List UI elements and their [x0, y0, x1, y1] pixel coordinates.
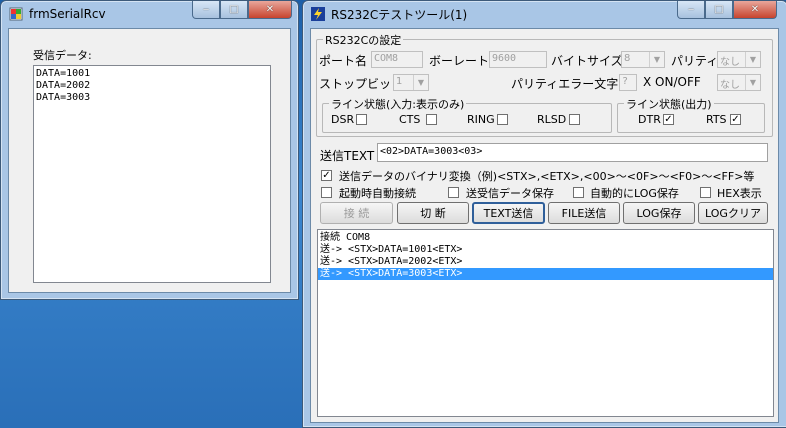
stop-bit-select[interactable]: 1 ▼	[393, 74, 429, 91]
rs232c-settings-group: RS232Cの設定 ポート名 COM8 ボーレート 9600 バイトサイズ 8 …	[316, 32, 773, 137]
title-bar[interactable]: RS232Cテストツール(1) ‒ □ ✕	[303, 1, 786, 27]
list-item[interactable]: DATA=3003	[34, 92, 270, 104]
xonoff-select[interactable]: なし ▼	[717, 74, 761, 91]
log-row[interactable]: 送-> <STX>DATA=1001<ETX>	[318, 244, 773, 256]
parity-label: パリティ	[671, 54, 719, 68]
list-item[interactable]: DATA=2002	[34, 80, 270, 92]
baud-rate-field[interactable]: 9600	[489, 51, 547, 68]
line-state-output-group: ライン状態(出力) DTR ✓ RTS ✓	[617, 96, 765, 133]
maximize-button[interactable]: □	[220, 1, 248, 19]
minimize-button[interactable]: ‒	[677, 1, 705, 19]
window-title: RS232Cテストツール(1)	[331, 7, 468, 22]
maximize-icon: □	[229, 4, 239, 15]
line-state-output-legend: ライン状態(出力)	[624, 96, 714, 112]
byte-size-label: バイトサイズ	[551, 54, 623, 68]
auto-connect-label: 起動時自動接続	[339, 187, 416, 200]
rlsd-label: RLSD	[537, 113, 567, 126]
parity-value: なし	[720, 57, 740, 68]
close-icon: ✕	[265, 4, 275, 15]
chevron-down-icon: ▼	[745, 75, 760, 90]
rts-label: RTS	[706, 113, 727, 126]
stop-bit-label: ストップビット	[319, 77, 404, 91]
log-row[interactable]: 接続 COM8	[318, 232, 773, 244]
send-text-label: 送信TEXT	[320, 149, 375, 163]
serial-receive-window: frmSerialRcv ‒ □ ✕ 受信データ: DATA=1001 DATA=…	[0, 0, 299, 300]
auto-log-label: 自動的にLOG保存	[590, 187, 679, 200]
dsr-checkbox[interactable]	[356, 114, 367, 125]
app-icon	[9, 7, 23, 21]
parity-error-field[interactable]: ?	[619, 74, 637, 91]
save-send-recv-checkbox[interactable]	[448, 187, 459, 198]
auto-connect-checkbox[interactable]	[321, 187, 332, 198]
save-send-recv-label: 送受信データ保存	[466, 187, 554, 200]
line-state-input-legend: ライン状態(入力:表示のみ)	[329, 96, 467, 112]
file-send-button[interactable]: FILE送信	[548, 202, 620, 224]
cts-checkbox[interactable]	[426, 114, 437, 125]
log-row[interactable]: 送-> <STX>DATA=3003<ETX>	[318, 268, 773, 280]
received-data-list[interactable]: DATA=1001 DATA=2002 DATA=3003	[33, 65, 271, 283]
log-list[interactable]: 接続 COM8 送-> <STX>DATA=1001<ETX> 送-> <STX>D…	[317, 229, 774, 417]
dsr-label: DSR	[331, 113, 355, 126]
binary-convert-label: 送信データのバイナリ変換（例)<STX>,<ETX>,<00>～<0F>～<F0…	[339, 170, 755, 183]
window-client-area: 受信データ: DATA=1001 DATA=2002 DATA=3003	[8, 28, 291, 293]
xonoff-label: X ON/OFF	[643, 75, 701, 89]
port-name-label: ポート名	[319, 54, 368, 68]
chevron-down-icon: ▼	[413, 75, 428, 90]
stop-bit-value: 1	[396, 76, 403, 87]
log-save-button[interactable]: LOG保存	[623, 202, 695, 224]
close-icon: ✕	[750, 4, 760, 15]
byte-size-value: 8	[624, 53, 631, 64]
ring-label: RING	[467, 113, 495, 126]
dtr-label: DTR	[638, 113, 661, 126]
window-controls: ‒ □ ✕	[677, 1, 777, 19]
window-title: frmSerialRcv	[29, 7, 106, 21]
window-controls: ‒ □ ✕	[192, 1, 292, 19]
receive-data-label: 受信データ:	[33, 49, 92, 62]
connect-button[interactable]: 接 続	[320, 202, 393, 224]
xonoff-value: なし	[720, 80, 740, 91]
dtr-checkbox[interactable]: ✓	[663, 114, 674, 125]
send-text-input[interactable]: <02>DATA=3003<03>	[377, 143, 768, 162]
byte-size-select[interactable]: 8 ▼	[621, 51, 665, 68]
disconnect-button[interactable]: 切 断	[397, 202, 469, 224]
list-item[interactable]: DATA=1001	[34, 68, 270, 80]
window-client-area: RS232Cの設定 ポート名 COM8 ボーレート 9600 バイトサイズ 8 …	[310, 28, 779, 423]
minimize-button[interactable]: ‒	[192, 1, 220, 19]
minimize-icon: ‒	[687, 4, 695, 15]
rs232c-settings-legend: RS232Cの設定	[323, 32, 404, 48]
auto-log-checkbox[interactable]	[573, 187, 584, 198]
lightning-icon	[311, 7, 325, 21]
title-bar[interactable]: frmSerialRcv ‒ □ ✕	[1, 1, 298, 27]
maximize-icon: □	[714, 4, 724, 15]
parity-select[interactable]: なし ▼	[717, 51, 761, 68]
rts-checkbox[interactable]: ✓	[730, 114, 741, 125]
close-button[interactable]: ✕	[733, 1, 777, 19]
hex-display-label: HEX表示	[717, 187, 762, 200]
log-clear-button[interactable]: LOGクリア	[698, 202, 768, 224]
binary-convert-checkbox[interactable]: ✓	[321, 170, 332, 181]
parity-error-label: パリティエラー文字	[511, 77, 619, 91]
port-name-field[interactable]: COM8	[371, 51, 423, 68]
close-button[interactable]: ✕	[248, 1, 292, 19]
line-state-input-group: ライン状態(入力:表示のみ) DSR CTS RING RLSD	[322, 96, 612, 133]
chevron-down-icon: ▼	[745, 52, 760, 67]
hex-display-checkbox[interactable]	[700, 187, 711, 198]
text-send-button[interactable]: TEXT送信	[472, 202, 545, 224]
ring-checkbox[interactable]	[497, 114, 508, 125]
chevron-down-icon: ▼	[649, 52, 664, 67]
minimize-icon: ‒	[202, 4, 210, 15]
cts-label: CTS	[399, 113, 421, 126]
baud-rate-label: ボーレート	[429, 54, 490, 68]
maximize-button[interactable]: □	[705, 1, 733, 19]
rlsd-checkbox[interactable]	[569, 114, 580, 125]
log-row[interactable]: 送-> <STX>DATA=2002<ETX>	[318, 256, 773, 268]
rs232c-tool-window: RS232Cテストツール(1) ‒ □ ✕ RS232Cの設定 ポート名 COM…	[302, 0, 786, 428]
